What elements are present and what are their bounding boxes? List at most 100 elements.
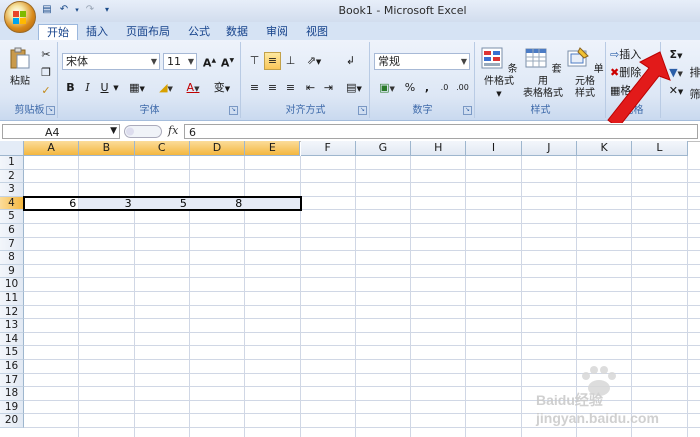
chevron-down-icon: ▼ <box>187 57 194 66</box>
row-header-19[interactable]: 19 <box>0 400 24 415</box>
chevron-down-icon[interactable]: ▼ <box>112 79 120 97</box>
wrap-text-icon[interactable]: ↲ <box>342 52 359 70</box>
clipboard-launcher-icon[interactable]: ↘ <box>46 106 55 115</box>
tab-view[interactable]: 视图 <box>298 24 336 40</box>
row-header-8[interactable]: 8 <box>0 251 24 265</box>
window-title: Book1 - Microsoft Excel <box>338 4 467 17</box>
alignment-launcher-icon[interactable]: ↘ <box>358 106 367 115</box>
row-header-10[interactable]: 10 <box>0 278 24 292</box>
merge-center-icon[interactable]: ▤▼ <box>342 79 366 97</box>
font-size-combo[interactable]: 11 ▼ <box>163 53 197 70</box>
font-group-label: 字体 <box>139 105 160 116</box>
row-header-6[interactable]: 6 <box>0 224 24 238</box>
row-header-20[interactable]: 20 <box>0 414 24 428</box>
grid-line <box>24 263 700 265</box>
italic-button[interactable]: I <box>80 79 95 97</box>
tab-page-layout[interactable]: 页面布局 <box>118 24 178 40</box>
column-header-d[interactable]: D <box>189 141 246 156</box>
tab-formulas[interactable]: 公式 <box>180 24 218 40</box>
row-header-11[interactable]: 11 <box>0 292 24 306</box>
formula-controls: fx <box>124 124 182 139</box>
shrink-font-button[interactable]: A▼ <box>219 52 236 70</box>
column-header-k[interactable]: K <box>577 141 633 156</box>
orientation-icon[interactable]: ⇗▼ <box>302 52 326 70</box>
font-color-icon[interactable]: A▼ <box>181 79 205 97</box>
column-header-f[interactable]: F <box>300 141 356 156</box>
align-right-icon[interactable]: ≡ <box>282 79 299 97</box>
row-header-12[interactable]: 12 <box>0 305 24 320</box>
row-header-1[interactable]: 1 <box>0 156 24 170</box>
tab-review[interactable]: 审阅 <box>258 24 296 40</box>
row-header-4[interactable]: 4 <box>0 196 24 211</box>
grid-line <box>24 318 700 320</box>
sort-filter-button[interactable]: 排 <box>688 64 700 82</box>
tab-home[interactable]: 开始 <box>38 24 78 41</box>
borders-icon[interactable]: ▦▼ <box>125 79 149 97</box>
phonetic-icon[interactable]: 变▼ <box>209 79 235 97</box>
number-launcher-icon[interactable]: ↘ <box>463 106 472 115</box>
ribbon-tabs: 开始 插入 页面布局 公式 数据 审阅 视图 <box>0 22 700 41</box>
font-launcher-icon[interactable]: ↘ <box>229 106 238 115</box>
row-header-16[interactable]: 16 <box>0 360 24 374</box>
row-header-3[interactable]: 3 <box>0 183 24 197</box>
format-as-table-button[interactable]: 套用 表格格式 <box>522 46 564 100</box>
align-middle-icon[interactable]: ≡ <box>264 52 281 70</box>
cut-icon[interactable]: ✂ <box>38 46 54 64</box>
column-header-e[interactable]: E <box>245 141 301 156</box>
row-header-17[interactable]: 17 <box>0 373 24 388</box>
font-size-value: 11 <box>167 55 181 68</box>
office-button[interactable] <box>4 1 36 33</box>
name-box[interactable]: A4 ▼ <box>2 124 120 139</box>
row-header-18[interactable]: 18 <box>0 387 24 401</box>
grid-line <box>24 359 700 360</box>
column-header-h[interactable]: H <box>411 141 467 156</box>
column-header-g[interactable]: G <box>355 141 412 156</box>
font-name-combo[interactable]: 宋体 ▼ <box>62 53 160 70</box>
decrease-indent-icon[interactable]: ⇤ <box>302 79 319 97</box>
grid-line <box>24 304 700 306</box>
row-header-7[interactable]: 7 <box>0 237 24 252</box>
column-header-l[interactable]: L <box>632 141 688 156</box>
copy-icon[interactable]: ❐ <box>38 64 54 82</box>
formula-input[interactable]: 6 <box>184 124 698 139</box>
align-center-icon[interactable]: ≡ <box>264 79 281 97</box>
row-header-14[interactable]: 14 <box>0 332 24 347</box>
column-header-a[interactable]: A <box>24 141 80 156</box>
number-format-combo[interactable]: 常规 ▼ <box>374 53 470 70</box>
underline-button[interactable]: U <box>97 79 112 97</box>
cell-styles-button[interactable]: 单元格 样式 <box>565 46 605 100</box>
row-header-5[interactable]: 5 <box>0 210 24 224</box>
decrease-decimal-icon[interactable]: .00 <box>454 79 471 97</box>
currency-icon[interactable]: ▣▼ <box>374 79 400 97</box>
row-header-15[interactable]: 15 <box>0 346 24 360</box>
tab-insert[interactable]: 插入 <box>78 24 116 40</box>
grid-line <box>24 345 700 347</box>
format-as-table-icon <box>525 48 547 68</box>
column-header-i[interactable]: I <box>466 141 522 156</box>
percent-icon[interactable]: % <box>401 79 419 97</box>
bold-button[interactable]: B <box>63 79 78 97</box>
grow-font-button[interactable]: A▲ <box>201 52 218 70</box>
paste-button[interactable]: 粘贴 <box>6 46 34 88</box>
column-header-c[interactable]: C <box>134 141 190 156</box>
align-left-icon[interactable]: ≡ <box>246 79 263 97</box>
column-header-b[interactable]: B <box>79 141 135 156</box>
select-all-button[interactable] <box>0 141 24 156</box>
grid-line <box>24 182 700 184</box>
row-header-2[interactable]: 2 <box>0 169 24 184</box>
sort-filter-label-button[interactable]: 筛 <box>688 86 700 104</box>
row-header-13[interactable]: 13 <box>0 319 24 333</box>
conditional-format-button[interactable]: 条件格式 ▼ <box>478 46 520 100</box>
format-painter-icon[interactable]: ✓ <box>38 82 54 100</box>
fill-color-icon[interactable]: ◢▼ <box>154 79 178 97</box>
column-header-j[interactable]: J <box>521 141 577 156</box>
row-header-9[interactable]: 9 <box>0 264 24 279</box>
align-bottom-icon[interactable]: ⊥ <box>282 52 299 70</box>
increase-indent-icon[interactable]: ⇥ <box>320 79 337 97</box>
align-top-icon[interactable]: ⊤ <box>246 52 263 70</box>
comma-icon[interactable]: , <box>420 79 434 97</box>
increase-decimal-icon[interactable]: .0 <box>436 79 453 97</box>
insert-function-button[interactable]: fx <box>168 124 178 137</box>
sort-filter-label-2: 筛 <box>689 88 700 101</box>
tab-data[interactable]: 数据 <box>218 24 256 40</box>
